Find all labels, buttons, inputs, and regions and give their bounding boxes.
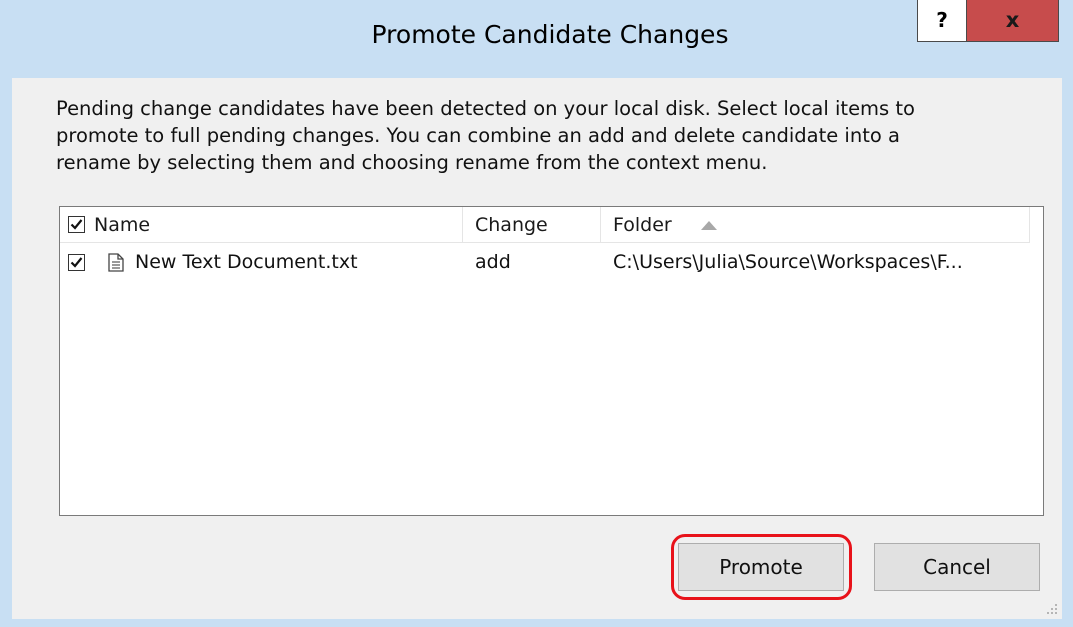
column-header-name[interactable]: Name [60, 207, 463, 242]
cancel-button[interactable]: Cancel [874, 543, 1040, 591]
title-bar[interactable]: Promote Candidate Changes ? x [0, 0, 1073, 78]
row-checkbox[interactable] [68, 254, 85, 271]
text-document-icon [108, 253, 124, 272]
column-label-name: Name [94, 214, 151, 236]
list-header: Name Change Folder [60, 207, 1030, 243]
column-header-folder[interactable]: Folder [601, 207, 1030, 242]
promote-highlight-annotation [671, 534, 852, 600]
description-text: Pending change candidates have been dete… [56, 97, 915, 174]
item-name: New Text Document.txt [135, 251, 358, 273]
resize-grip-icon[interactable] [1046, 603, 1058, 615]
close-button[interactable]: x [966, 0, 1059, 42]
column-header-change[interactable]: Change [463, 207, 601, 242]
sort-ascending-icon [701, 221, 717, 230]
dialog-body: Pending change candidates have been dete… [12, 78, 1062, 619]
item-change: add [475, 251, 511, 273]
list-item[interactable]: New Text Document.txt add C:\Users\Julia… [60, 247, 1030, 277]
column-label-folder: Folder [613, 214, 672, 236]
column-label-change: Change [475, 214, 548, 236]
select-all-checkbox[interactable] [68, 216, 85, 233]
window-title: Promote Candidate Changes [371, 20, 729, 49]
item-folder: C:\Users\Julia\Source\Workspaces\F... [613, 251, 963, 273]
dialog-window: Promote Candidate Changes ? x Pending ch… [0, 0, 1073, 627]
candidates-list[interactable]: Name Change Folder New Text Document.txt… [59, 206, 1044, 516]
help-button[interactable]: ? [917, 0, 967, 42]
